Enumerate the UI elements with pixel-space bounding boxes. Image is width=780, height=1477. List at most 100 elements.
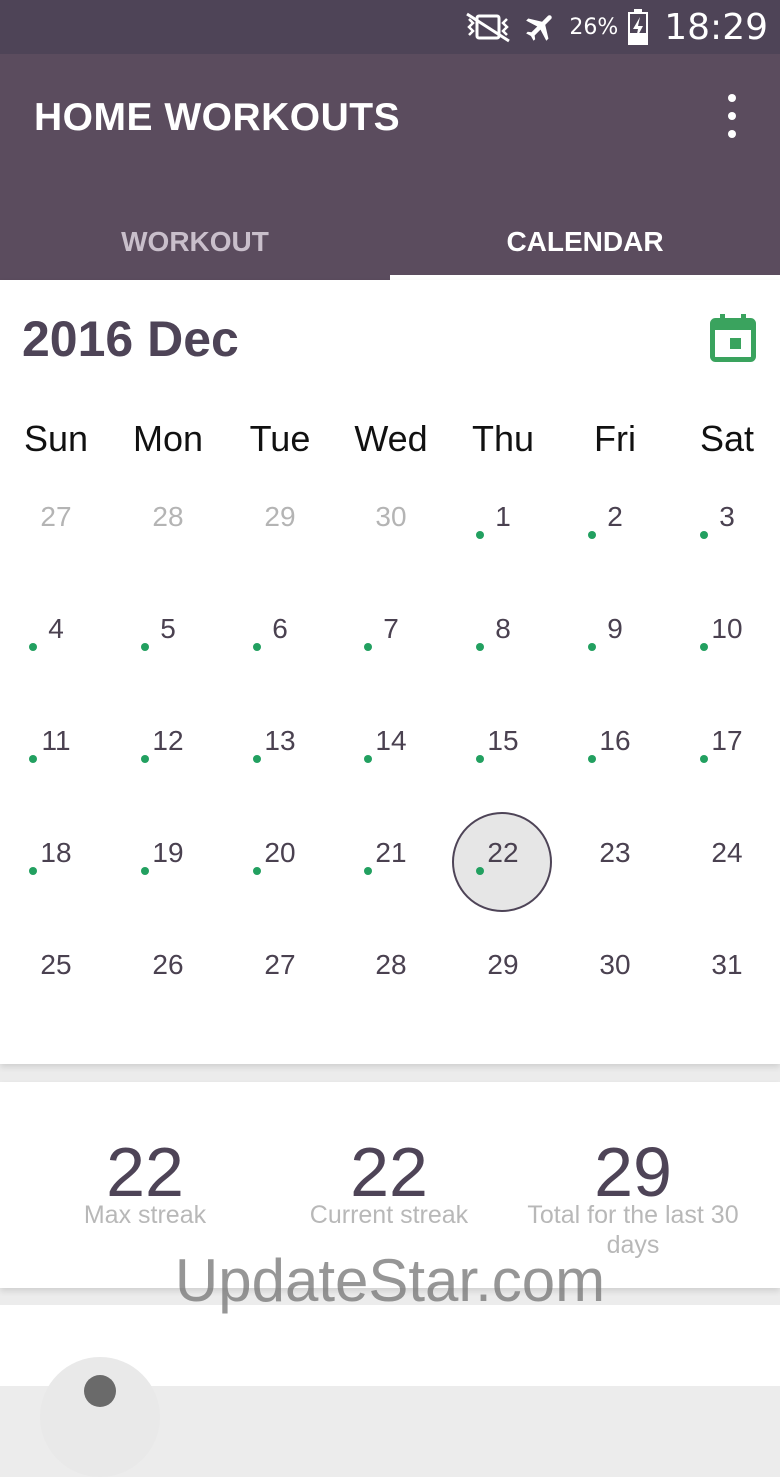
day-number: 27 — [40, 501, 72, 532]
workout-completed-dot — [476, 867, 484, 875]
day-number: 19 — [152, 837, 184, 868]
calendar-day[interactable]: 12 — [112, 696, 224, 808]
day-number: 5 — [160, 613, 176, 644]
weekday-label: Sun — [23, 418, 89, 459]
day-number: 27 — [264, 949, 296, 980]
calendar-day[interactable]: 31 — [671, 920, 780, 1032]
status-icons: 26% 18:29 — [463, 0, 768, 54]
avatar — [40, 1357, 160, 1477]
calendar-day[interactable]: 13 — [224, 696, 336, 808]
app-title: HOME WORKOUTS — [34, 96, 401, 139]
calendar-day[interactable]: 6 — [224, 584, 336, 696]
max-streak-stat: 22 Max streak — [15, 1134, 275, 1230]
calendar-day[interactable]: 10 — [671, 584, 780, 696]
day-number: 16 — [599, 725, 631, 756]
calendar-day[interactable]: 14 — [335, 696, 447, 808]
watermark-text: UpdateStar.com — [174, 1247, 606, 1314]
calendar-day[interactable]: 30 — [559, 920, 671, 1032]
calendar-day[interactable]: 29 — [447, 920, 559, 1032]
calendar-day[interactable]: 7 — [335, 584, 447, 696]
day-number: 25 — [40, 949, 72, 980]
calendar-day[interactable]: 28 — [335, 920, 447, 1032]
calendar-day[interactable]: 5 — [112, 584, 224, 696]
calendar-day[interactable]: 15 — [447, 696, 559, 808]
battery-charging-icon — [628, 9, 649, 45]
day-number: 22 — [487, 837, 519, 868]
current-streak-stat: 22 Current streak — [259, 1134, 519, 1230]
current-streak-label: Current streak — [309, 1201, 469, 1229]
bottom-card — [0, 1305, 780, 1477]
weekday-label: Thu — [471, 418, 535, 459]
max-streak-value: 22 — [106, 1133, 184, 1211]
workout-completed-dot — [29, 867, 37, 875]
calendar-day[interactable]: 1 — [447, 472, 559, 584]
day-number: 30 — [599, 949, 631, 980]
day-number: 29 — [487, 949, 519, 980]
workout-completed-dot — [253, 867, 261, 875]
weekday-label: Tue — [249, 418, 311, 459]
day-number: 23 — [599, 837, 631, 868]
calendar-day[interactable]: 30 — [335, 472, 447, 584]
calendar-day[interactable]: 11 — [0, 696, 112, 808]
total-last-30-value: 29 — [594, 1133, 672, 1211]
day-number: 24 — [711, 837, 743, 868]
calendar-day[interactable]: 29 — [224, 472, 336, 584]
calendar-day[interactable]: 3 — [671, 472, 780, 584]
airplane-icon — [526, 15, 553, 41]
calendar-day[interactable]: 2 — [559, 472, 671, 584]
calendar-day[interactable]: 25 — [0, 920, 112, 1032]
day-number: 8 — [495, 613, 511, 644]
calendar-day[interactable]: 17 — [671, 696, 780, 808]
calendar-day[interactable]: 27 — [0, 472, 112, 584]
day-number: 30 — [375, 501, 407, 532]
calendar-day[interactable]: 28 — [112, 472, 224, 584]
workout-completed-dot — [476, 531, 484, 539]
workout-completed-dot — [253, 643, 261, 651]
workout-completed-dot — [29, 755, 37, 763]
weekday-label: Sat — [699, 418, 755, 459]
workout-completed-dot — [700, 531, 708, 539]
tab-calendar[interactable]: CALENDAR — [390, 204, 780, 280]
calendar-day[interactable]: 26 — [112, 920, 224, 1032]
calendar-day[interactable]: 9 — [559, 584, 671, 696]
tab-workout[interactable]: WORKOUT — [0, 204, 390, 280]
weekday-label: Wed — [354, 418, 428, 459]
calendar-day[interactable]: 8 — [447, 584, 559, 696]
day-number: 17 — [711, 725, 743, 756]
calendar-day[interactable]: 18 — [0, 808, 112, 920]
calendar-day[interactable]: 4 — [0, 584, 112, 696]
current-streak-value: 22 — [350, 1133, 428, 1211]
day-number: 1 — [495, 501, 511, 532]
workout-completed-dot — [141, 755, 149, 763]
calendar-day-today[interactable]: 22 — [447, 808, 559, 920]
calendar-day[interactable]: 16 — [559, 696, 671, 808]
calendar-day[interactable]: 20 — [224, 808, 336, 920]
workout-completed-dot — [588, 531, 596, 539]
calendar-day[interactable]: 19 — [112, 808, 224, 920]
workout-completed-dot — [476, 643, 484, 651]
calendar-day[interactable]: 21 — [335, 808, 447, 920]
workout-completed-dot — [141, 643, 149, 651]
app-bar: HOME WORKOUTS WORKOUT CALENDAR — [0, 54, 780, 280]
workout-completed-dot — [364, 867, 372, 875]
total-last-30-stat: 29 Total for the last 30 days — [503, 1134, 763, 1260]
workout-completed-dot — [588, 643, 596, 651]
calendar-day[interactable]: 23 — [559, 808, 671, 920]
day-number: 9 — [607, 613, 623, 644]
status-time: 18:29 — [664, 6, 768, 48]
day-number: 15 — [487, 725, 519, 756]
day-number: 18 — [40, 837, 72, 868]
person-icon — [84, 1375, 116, 1407]
tab-bar: WORKOUT CALENDAR — [0, 204, 780, 280]
day-number: 13 — [264, 725, 296, 756]
workout-completed-dot — [141, 867, 149, 875]
day-number: 29 — [264, 501, 296, 532]
workout-completed-dot — [700, 755, 708, 763]
calendar-day[interactable]: 24 — [671, 808, 780, 920]
day-number: 4 — [48, 613, 64, 644]
workout-completed-dot — [364, 643, 372, 651]
max-streak-label: Max streak — [83, 1201, 207, 1229]
day-number: 3 — [719, 501, 735, 532]
calendar-day[interactable]: 27 — [224, 920, 336, 1032]
overflow-menu-icon[interactable] — [720, 94, 744, 138]
